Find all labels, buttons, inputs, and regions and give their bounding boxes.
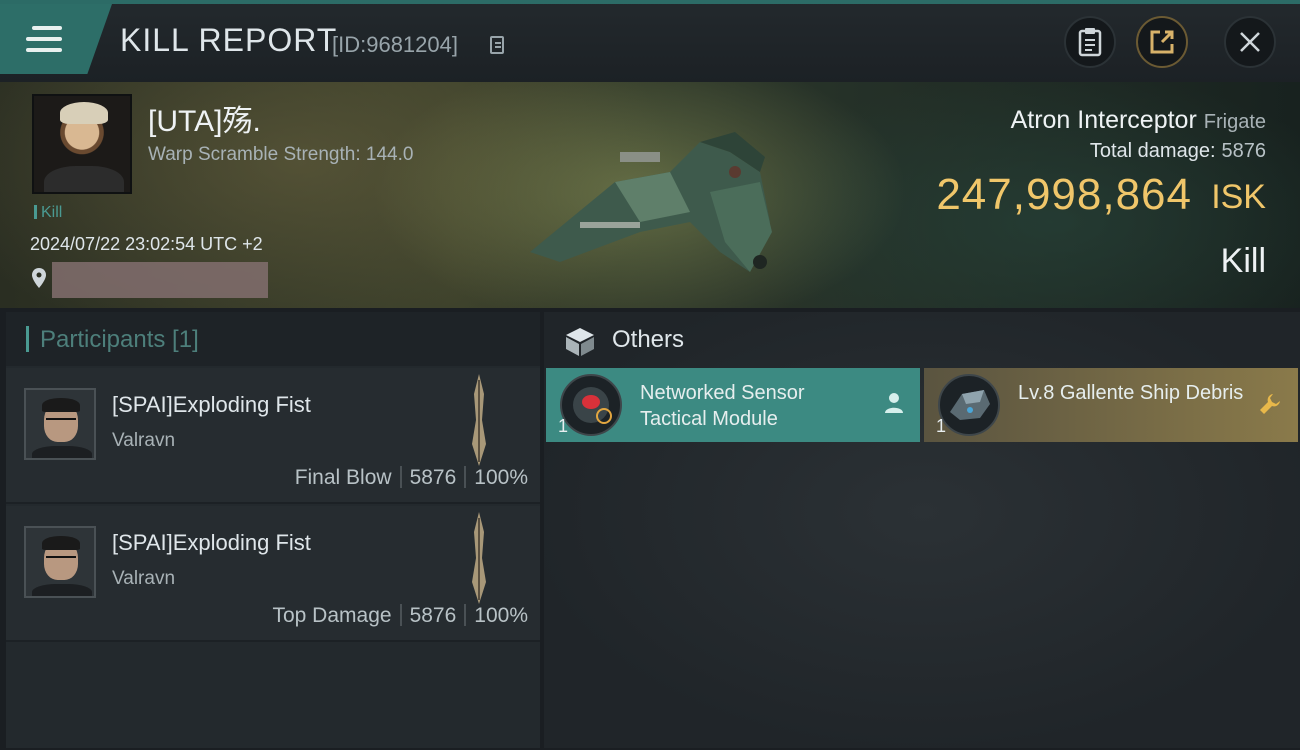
cube-icon: [566, 328, 594, 356]
ship-type[interactable]: Atron Interceptor Frigate: [1011, 106, 1266, 135]
share-button[interactable]: [1136, 16, 1188, 68]
ship-image: [530, 132, 772, 272]
participant-name: [SPAI]Exploding Fist: [112, 392, 311, 417]
total-damage-label: Total damage:: [1089, 140, 1216, 162]
person-icon: [885, 393, 903, 413]
participant-row[interactable]: [SPAI]Exploding Fist Valravn Top Damage 5…: [6, 506, 540, 642]
close-button[interactable]: [1224, 16, 1276, 68]
isk-value: 247,998,864: [936, 170, 1192, 219]
participant-ship-icon: [472, 512, 486, 604]
warp-scramble-strength: Warp Scramble Strength: 144.0: [148, 144, 414, 165]
participant-row[interactable]: [SPAI]Exploding Fist Valravn Final Blow 5…: [6, 368, 540, 504]
location-redacted: [52, 262, 268, 298]
participant-avatar[interactable]: [24, 388, 96, 460]
clipboard-button[interactable]: [1064, 16, 1116, 68]
participant-role: Final Blow: [294, 466, 392, 489]
page-title: KILL REPORT: [120, 22, 338, 58]
location-pin-icon: [32, 268, 46, 288]
close-icon: [1240, 32, 1260, 52]
item-ship-debris[interactable]: 1 Lv.8 Gallente Ship Debris: [924, 368, 1298, 442]
item-networked-sensor[interactable]: 1 Networked Sensor Tactical Module: [546, 368, 920, 442]
debris-icon: [938, 374, 1000, 436]
result-label: Kill: [1220, 242, 1266, 280]
report-id: [ID:9681204]: [332, 32, 458, 57]
participant-role: Top Damage: [272, 604, 392, 627]
menu-button[interactable]: [0, 4, 112, 74]
ship-name: Atron Interceptor: [1010, 106, 1197, 134]
total-damage-value: 5876: [1221, 140, 1267, 162]
kill-tag: Kill: [34, 204, 62, 222]
item-name: Lv.8 Gallente Ship Debris: [1018, 382, 1244, 404]
total-damage: Total damage: 5876: [1090, 140, 1266, 163]
others-header: Others: [544, 312, 1300, 368]
item-quantity: 1: [936, 416, 947, 436]
copy-icon[interactable]: [490, 36, 504, 54]
hamburger-icon: [26, 26, 62, 54]
participant-stats: Final Blow 5876 100%: [295, 466, 528, 490]
module-icon: [560, 374, 622, 436]
victim-avatar[interactable]: [32, 94, 132, 194]
victim-summary: [UTA]殇. Warp Scramble Strength: 144.0 Ki…: [0, 82, 1300, 308]
participants-header: Participants [1]: [6, 312, 540, 366]
clipboard-icon: [1078, 28, 1102, 57]
others-label: Others: [612, 326, 685, 353]
participant-damage: 5876: [409, 604, 457, 627]
kill-timestamp: 2024/07/22 23:02:54 UTC +2: [30, 234, 263, 254]
participant-percent: 100%: [474, 466, 528, 489]
participant-percent: 100%: [474, 604, 528, 627]
ship-class: Frigate: [1203, 111, 1266, 133]
participant-stats: Top Damage 5876 100%: [272, 604, 528, 628]
participants-label: Participants [1]: [40, 326, 199, 353]
participant-name: [SPAI]Exploding Fist: [112, 530, 311, 555]
victim-name[interactable]: [UTA]殇.: [148, 96, 261, 140]
item-quantity: 1: [558, 416, 569, 436]
wrench-icon: [1260, 394, 1280, 414]
participant-ship: Valravn: [112, 430, 176, 451]
item-name: Networked Sensor Tactical Module: [640, 382, 805, 430]
participant-damage: 5876: [409, 466, 457, 489]
top-accent-line: [0, 0, 1300, 4]
participant-avatar[interactable]: [24, 526, 96, 598]
isk-unit: ISK: [1211, 178, 1266, 216]
share-icon: [1150, 30, 1174, 54]
participant-ship: Valravn: [112, 568, 176, 589]
participant-ship-icon: [472, 374, 486, 466]
others-panel: Others 1 Networked Sensor Tactical Modul…: [544, 312, 1300, 748]
top-bar: KILL REPORT [ID:9681204]: [0, 0, 1300, 82]
participants-panel: Participants [1] [SPAI]Exploding Fist Va…: [6, 312, 540, 748]
